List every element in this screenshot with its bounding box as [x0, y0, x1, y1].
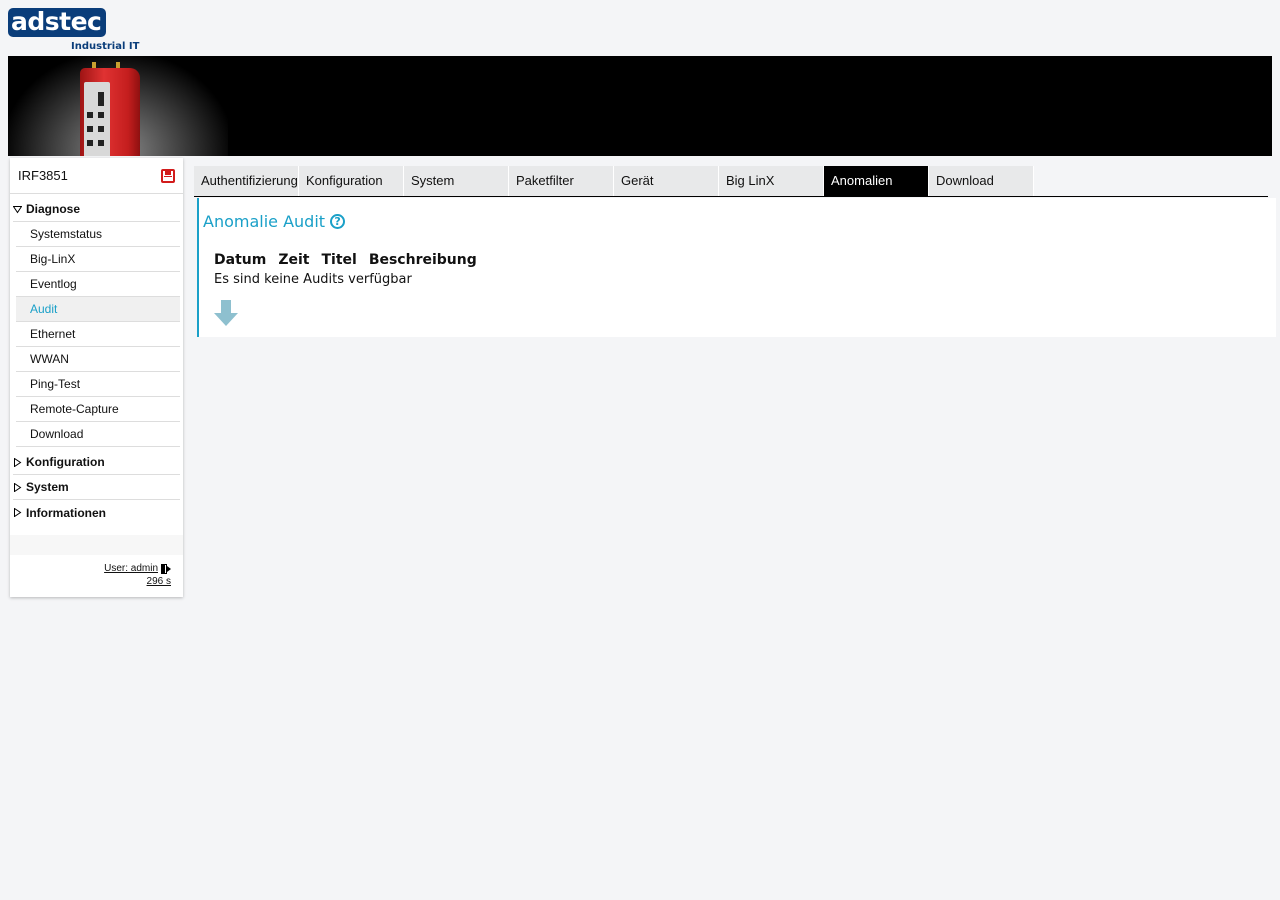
sidebar-diagnose-items: Systemstatus Big-LinX Eventlog Audit Eth… — [16, 222, 180, 447]
tab-authentifizierung[interactable]: Authentifizierung — [194, 166, 299, 196]
device-body — [80, 68, 140, 156]
main-content: Anomalie Audit ? Datum Zeit Titel Beschr… — [197, 198, 1276, 337]
tab-download[interactable]: Download — [929, 166, 1034, 196]
save-icon[interactable] — [161, 169, 175, 183]
tab-konfiguration[interactable]: Konfiguration — [299, 166, 404, 196]
triangle-down-icon — [13, 206, 22, 214]
sidebar-footer: User: admin 296 s — [10, 535, 183, 597]
column-header-beschreibung: Beschreibung — [368, 252, 477, 268]
column-header-zeit: Zeit — [278, 252, 310, 268]
sidebar-item-ethernet[interactable]: Ethernet — [16, 322, 180, 347]
sidebar-section-label: Konfiguration — [26, 455, 105, 469]
sidebar-section-konfiguration[interactable]: Konfiguration — [13, 450, 180, 475]
user-label: User: admin — [104, 563, 158, 574]
sidebar-section-label: Informationen — [26, 505, 106, 520]
sidebar-item-big-linx[interactable]: Big-LinX — [16, 247, 180, 272]
sidebar-item-download[interactable]: Download — [16, 422, 180, 447]
tab-system[interactable]: System — [404, 166, 509, 196]
help-icon[interactable]: ? — [330, 214, 346, 229]
triangle-right-icon — [14, 508, 22, 517]
header-banner — [8, 56, 1272, 156]
column-header-titel: Titel — [321, 252, 357, 268]
tab-paketfilter[interactable]: Paketfilter — [509, 166, 614, 196]
sidebar-item-eventlog[interactable]: Eventlog — [16, 272, 180, 297]
session-timer: 296 s — [146, 576, 171, 587]
logo-wordmark: adstec — [8, 8, 106, 37]
sidebar-item-ping-test[interactable]: Ping-Test — [16, 372, 180, 397]
brand-logo: adstec Industrial IT — [8, 8, 140, 54]
top-tab-bar: Authentifizierung Konfiguration System P… — [194, 166, 1268, 197]
sidebar: IRF3851 Diagnose Systemstatus Big-LinX E… — [10, 158, 183, 597]
sidebar-item-wwan[interactable]: WWAN — [16, 347, 180, 372]
device-face — [84, 82, 110, 156]
tab-big-linx[interactable]: Big LinX — [719, 166, 824, 196]
column-header-datum: Datum — [214, 252, 267, 268]
triangle-right-icon — [14, 483, 22, 492]
tab-anomalien[interactable]: Anomalien — [824, 166, 929, 196]
sidebar-item-systemstatus[interactable]: Systemstatus — [16, 222, 180, 247]
device-image — [78, 62, 144, 156]
logout-icon — [161, 563, 171, 574]
user-logout-link[interactable]: User: admin — [104, 563, 171, 574]
page-title: Anomalie Audit ? — [203, 212, 346, 231]
audit-table-header: Datum Zeit Titel Beschreibung — [214, 252, 477, 268]
device-name: IRF3851 — [18, 168, 68, 183]
sidebar-section-informationen[interactable]: Informationen — [13, 500, 180, 525]
logo-tagline: Industrial IT — [71, 41, 140, 52]
triangle-right-icon — [14, 458, 22, 467]
tab-geraet[interactable]: Gerät — [614, 166, 719, 196]
sidebar-header: IRF3851 — [10, 158, 183, 194]
sidebar-section-diagnose[interactable]: Diagnose — [13, 197, 180, 222]
page-title-text: Anomalie Audit — [203, 212, 326, 231]
sidebar-item-remote-capture[interactable]: Remote-Capture — [16, 397, 180, 422]
sidebar-section-system[interactable]: System — [13, 475, 180, 500]
sidebar-section-label: System — [26, 480, 69, 494]
sidebar-section-label: Diagnose — [26, 202, 81, 216]
empty-audits-message: Es sind keine Audits verfügbar — [214, 272, 412, 287]
download-arrow-icon[interactable] — [214, 300, 238, 326]
sidebar-item-audit[interactable]: Audit — [16, 297, 180, 322]
